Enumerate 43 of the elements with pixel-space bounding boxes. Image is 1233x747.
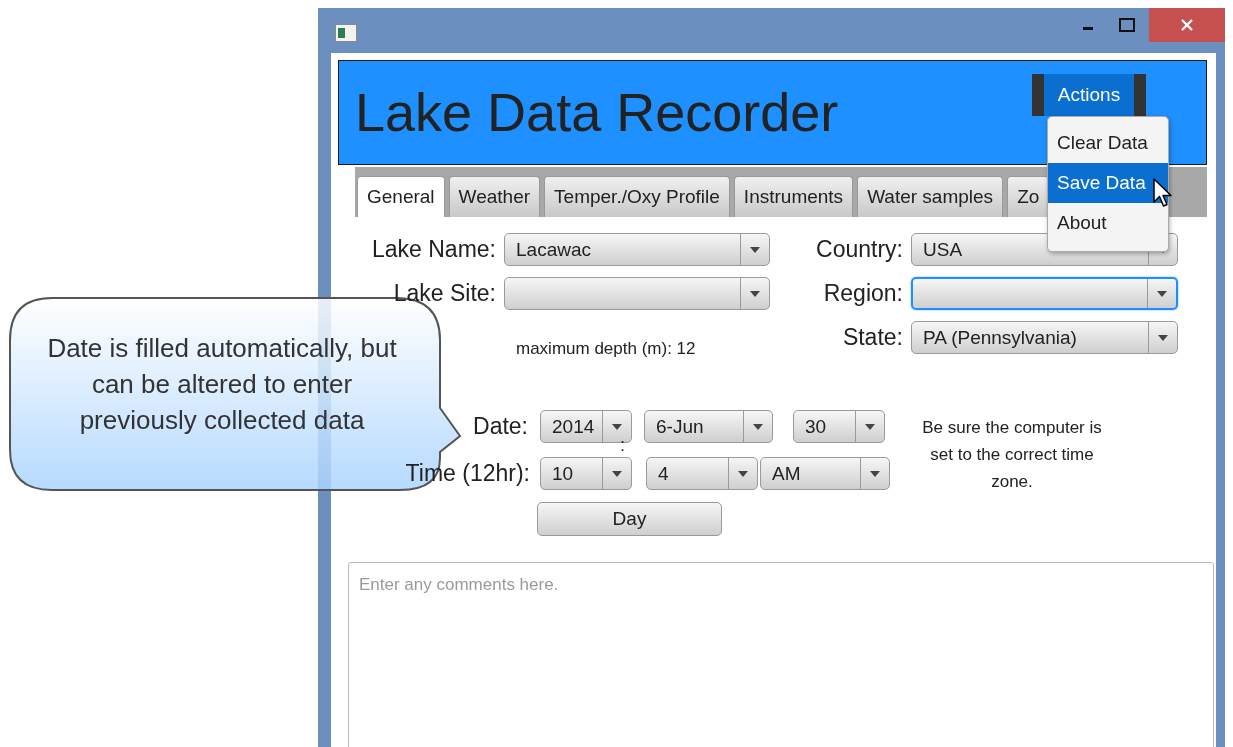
dropdown[interactable]: 6-Jun xyxy=(644,410,773,443)
field-label: Lake Site: xyxy=(392,280,497,307)
close-icon xyxy=(1180,18,1194,32)
caret-icon xyxy=(870,470,880,477)
caret-icon xyxy=(753,423,763,430)
tab[interactable]: General xyxy=(357,176,445,217)
tab[interactable]: Water samples xyxy=(857,176,1004,217)
caret-icon xyxy=(865,423,875,430)
caret-icon xyxy=(1158,334,1168,341)
close-button[interactable] xyxy=(1149,8,1225,42)
day-button[interactable]: Day xyxy=(537,502,722,536)
tab[interactable]: Temper./Oxy Profile xyxy=(544,176,730,217)
app-title: Lake Data Recorder xyxy=(355,84,839,139)
dropdown[interactable]: AM xyxy=(760,457,890,490)
dropdown[interactable]: 10 xyxy=(540,457,632,490)
maximize-icon[interactable] xyxy=(1119,18,1135,32)
timezone-note: Be sure the computer is set to the correct time zone. xyxy=(921,417,1103,493)
tab[interactable]: Weather xyxy=(448,176,541,217)
field-label: Lake Name: xyxy=(371,236,497,263)
caret-icon xyxy=(750,246,760,253)
caret-icon xyxy=(1157,290,1167,297)
caret-icon xyxy=(738,470,748,477)
comments-field[interactable]: Enter any comments here. xyxy=(348,562,1214,747)
dropdown[interactable]: 30 xyxy=(793,410,885,443)
tab[interactable]: Zo xyxy=(1007,176,1050,217)
menu-item[interactable]: Save Data xyxy=(1048,163,1168,203)
dropdown[interactable]: PA (Pennsylvania) xyxy=(911,321,1178,354)
actions-menu-button[interactable]: Actions xyxy=(1032,74,1146,116)
app-icon xyxy=(335,23,357,42)
menu-item[interactable]: Clear Data xyxy=(1048,123,1168,163)
dropdown[interactable]: 4 xyxy=(646,457,758,490)
field-label: Country: xyxy=(815,236,904,263)
dropdown[interactable] xyxy=(911,277,1178,310)
caret-icon xyxy=(612,470,622,477)
dropdown[interactable]: Lacawac xyxy=(504,233,770,266)
depth-text: maximum depth (m): 12 xyxy=(515,338,696,359)
callout-text: Date is filled automatically, but can be altered to enter previously collected data xyxy=(46,332,398,437)
dropdown[interactable] xyxy=(504,277,770,310)
caret-icon xyxy=(612,423,622,430)
field-label: Region: xyxy=(822,280,904,307)
tab[interactable]: Instruments xyxy=(733,176,854,217)
field-label: State: xyxy=(841,324,904,351)
caret-icon xyxy=(750,290,760,297)
